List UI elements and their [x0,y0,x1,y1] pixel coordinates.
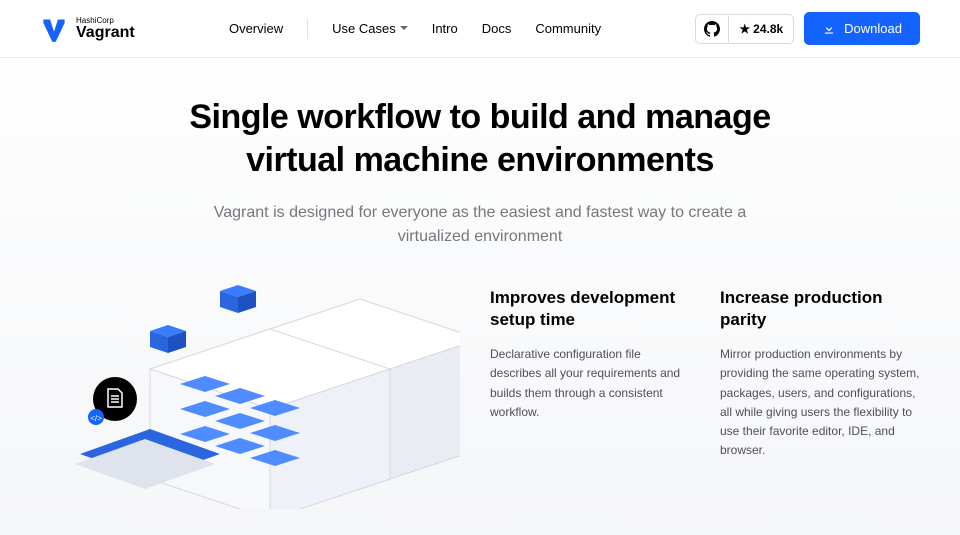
feature-body: Declarative configuration file describes… [490,345,690,422]
download-icon [822,22,836,36]
nav-divider [307,19,308,39]
feature-title: Improves development setup time [490,287,690,331]
star-icon: ★ [739,22,750,36]
nav-intro[interactable]: Intro [432,21,458,36]
vagrant-logo-icon [40,15,68,43]
download-label: Download [844,21,902,36]
brand-text: HashiCorp Vagrant [76,17,135,41]
feature-setup-time: Improves development setup time Declarat… [490,287,690,509]
nav-use-cases[interactable]: Use Cases [332,21,408,36]
hero-subtitle: Vagrant is designed for everyone as the … [200,201,760,249]
feature-columns: Improves development setup time Declarat… [490,279,920,509]
github-icon [696,15,728,43]
brand-logo[interactable]: HashiCorp Vagrant [40,15,135,43]
site-header: HashiCorp Vagrant Overview Use Cases Int… [0,0,960,58]
feature-production-parity: Increase production parity Mirror produc… [720,287,920,509]
feature-body: Mirror production environments by provid… [720,345,920,460]
primary-nav: Overview Use Cases Intro Docs Community [229,19,601,39]
star-value: 24.8k [753,22,783,36]
hero-illustration: </> [40,279,460,509]
header-actions: ★ 24.8k Download [695,12,920,45]
github-star-count: ★ 24.8k [728,16,793,42]
features-section: </> Improves development setup time Decl… [0,279,960,509]
svg-text:</>: </> [90,414,102,423]
nav-overview[interactable]: Overview [229,21,283,36]
download-button[interactable]: Download [804,12,920,45]
brand-product: Vagrant [76,25,135,41]
nav-docs[interactable]: Docs [482,21,512,36]
hero-title: Single workflow to build and manage virt… [170,96,790,181]
github-stars-badge[interactable]: ★ 24.8k [695,14,794,44]
hero-section: Single workflow to build and manage virt… [0,58,960,279]
feature-title: Increase production parity [720,287,920,331]
nav-community[interactable]: Community [535,21,601,36]
